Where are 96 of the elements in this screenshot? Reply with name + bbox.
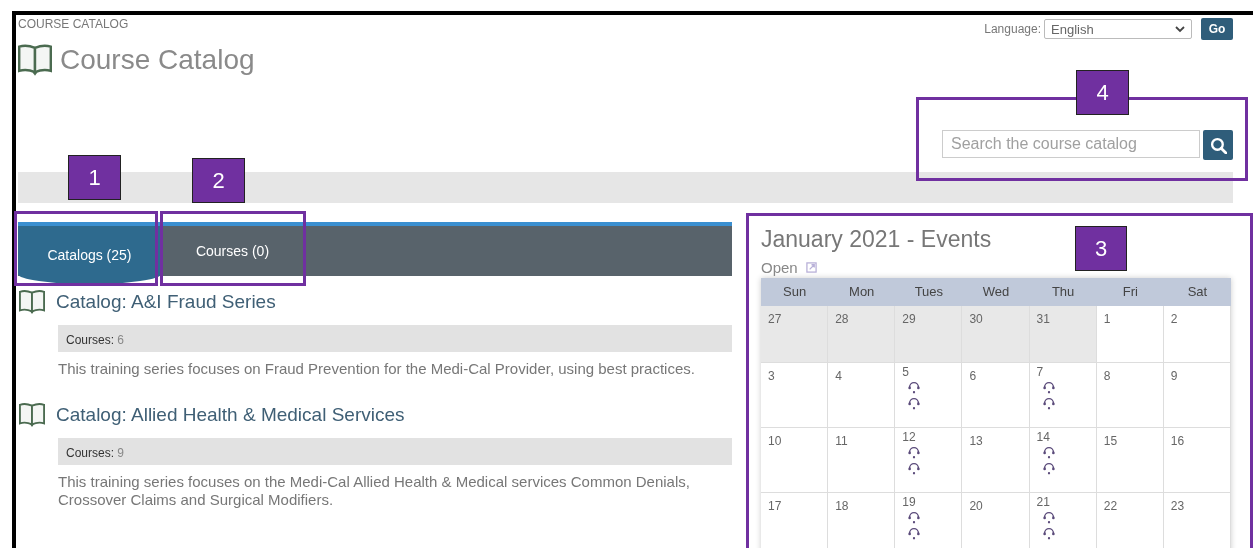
weekday-header: Sun xyxy=(761,278,829,306)
headset-icon[interactable] xyxy=(1041,461,1056,475)
calendar-day[interactable]: 31 xyxy=(1029,306,1097,363)
day-number: 27 xyxy=(768,312,782,326)
headset-icon[interactable] xyxy=(1041,380,1056,394)
weekday-header: Thu xyxy=(1029,278,1097,306)
calendar-day[interactable]: 15 xyxy=(1096,428,1164,493)
calendar-title: January 2021 - Events xyxy=(761,225,992,253)
book-icon xyxy=(18,289,46,315)
calendar-day[interactable]: 8 xyxy=(1096,363,1164,428)
day-number: 4 xyxy=(835,369,842,383)
callout-number: 3 xyxy=(1075,226,1127,271)
day-number: 9 xyxy=(1170,369,1178,383)
catalog-title-link[interactable]: Catalog: Allied Health & Medical Services xyxy=(56,404,405,426)
language-label: Language: xyxy=(984,22,1041,36)
calendar-day[interactable]: 12 xyxy=(895,428,963,493)
weekday-header: Fri xyxy=(1096,278,1164,306)
day-number: 18 xyxy=(835,499,849,513)
calendar-day[interactable]: 29 xyxy=(895,306,963,363)
calendar-day[interactable]: 5 xyxy=(895,363,963,428)
book-icon xyxy=(18,402,46,428)
course-count: Courses: 9 xyxy=(66,446,125,460)
headset-icon[interactable] xyxy=(907,526,922,540)
weekday-header: Wed xyxy=(962,278,1030,306)
calendar-day[interactable]: 14 xyxy=(1029,428,1097,493)
calendar-day[interactable]: 3 xyxy=(761,363,829,428)
day-number: 7 xyxy=(1036,365,1044,379)
calendar-day[interactable]: 9 xyxy=(1163,363,1231,428)
page-title: Course Catalog xyxy=(60,44,255,76)
open-link[interactable]: Open xyxy=(761,259,817,276)
headset-icon[interactable] xyxy=(907,510,922,524)
calendar-day[interactable]: 1 xyxy=(1096,306,1164,363)
calendar-day[interactable]: 4 xyxy=(828,363,896,428)
day-number: 20 xyxy=(969,499,983,513)
callout-number: 2 xyxy=(192,158,245,203)
caret-icon xyxy=(1175,25,1185,33)
day-number: 13 xyxy=(969,434,983,448)
search-button[interactable] xyxy=(1203,130,1233,160)
day-number: 10 xyxy=(768,434,782,448)
day-number: 8 xyxy=(1103,369,1111,383)
headset-icon[interactable] xyxy=(907,461,922,475)
breadcrumb: COURSE CATALOG xyxy=(18,17,130,31)
catalog-title-link[interactable]: Catalog: A&I Fraud Series xyxy=(56,291,276,313)
day-number: 16 xyxy=(1170,434,1185,448)
day-number: 1 xyxy=(1103,312,1111,326)
book-icon xyxy=(18,43,52,77)
headset-icon[interactable] xyxy=(907,380,922,394)
catalog-description: This training series focuses on Fraud Prevention for the Medi-Cal Provider, using best practices. xyxy=(58,360,696,378)
day-number: 19 xyxy=(902,495,916,509)
day-number: 17 xyxy=(768,499,782,513)
calendar-day[interactable]: 10 xyxy=(761,428,829,493)
calendar-day[interactable]: 28 xyxy=(828,306,896,363)
day-number: 15 xyxy=(1103,434,1118,448)
tab[interactable]: Catalogs (25) xyxy=(18,226,161,284)
calendar-day[interactable]: 2 xyxy=(1163,306,1231,363)
day-number: 22 xyxy=(1103,499,1118,513)
course-count: Courses: 6 xyxy=(66,333,125,347)
search-field[interactable]: Search the course catalog xyxy=(942,130,1200,158)
headset-icon[interactable] xyxy=(1041,510,1056,524)
external-link-icon xyxy=(805,262,817,273)
calendar-day[interactable]: 6 xyxy=(962,363,1030,428)
callout-number: 1 xyxy=(68,155,121,200)
language-select[interactable]: English xyxy=(1044,19,1192,39)
day-number: 3 xyxy=(768,369,775,383)
headset-icon[interactable] xyxy=(1041,526,1056,540)
day-number: 29 xyxy=(902,312,916,326)
weekday-header: Sat xyxy=(1163,278,1231,306)
day-number: 28 xyxy=(835,312,849,326)
calendar-day[interactable]: 27 xyxy=(761,306,829,363)
day-number: 5 xyxy=(902,365,909,379)
day-number: 30 xyxy=(969,312,983,326)
weekday-header: Tues xyxy=(895,278,963,306)
calendar-day[interactable]: 16 xyxy=(1163,428,1231,493)
calendar-day[interactable]: 17 xyxy=(761,493,829,548)
headset-icon[interactable] xyxy=(1041,445,1056,459)
headset-icon[interactable] xyxy=(907,445,922,459)
catalog-description: This training series focuses on the Medi-Cal Allied Health & Medical services Common Denials, Crossover Claims and Surgical Modifiers. xyxy=(58,473,691,509)
calendar-day[interactable]: 7 xyxy=(1029,363,1097,428)
search-icon xyxy=(1209,136,1227,154)
headset-icon[interactable] xyxy=(1041,396,1056,410)
day-number: 14 xyxy=(1036,430,1050,444)
headset-icon[interactable] xyxy=(907,396,922,410)
day-number: 6 xyxy=(969,369,977,383)
day-number: 23 xyxy=(1170,499,1185,513)
day-number: 2 xyxy=(1170,312,1178,326)
calendar-day[interactable]: 13 xyxy=(962,428,1030,493)
tab[interactable]: Courses (0) xyxy=(161,226,304,276)
calendar-day[interactable]: 30 xyxy=(962,306,1030,363)
calendar-day[interactable]: 11 xyxy=(828,428,896,493)
callout-number: 4 xyxy=(1076,70,1129,115)
go-button[interactable]: Go xyxy=(1201,18,1233,40)
day-number: 12 xyxy=(902,430,916,444)
day-number: 31 xyxy=(1036,312,1050,326)
day-number: 21 xyxy=(1036,495,1050,509)
day-number: 11 xyxy=(835,434,848,448)
weekday-header: Mon xyxy=(828,278,896,306)
